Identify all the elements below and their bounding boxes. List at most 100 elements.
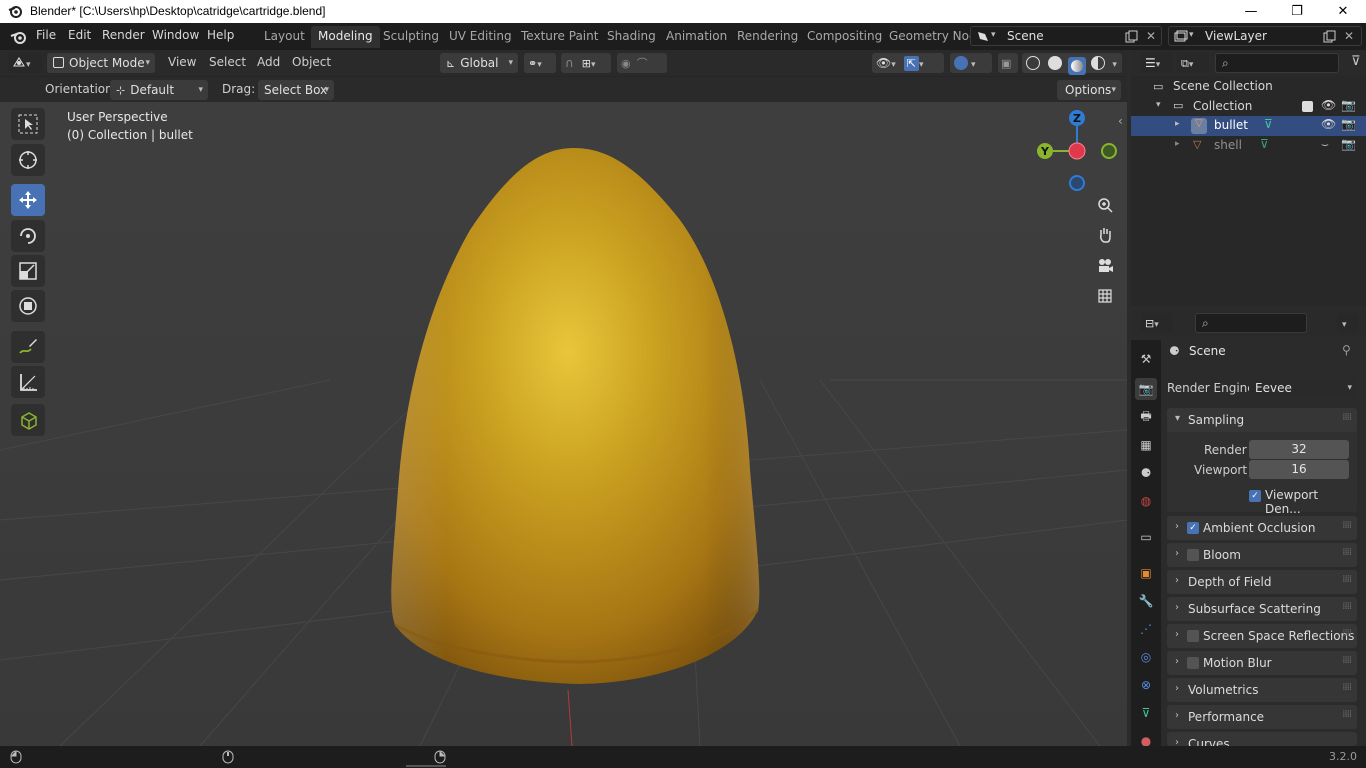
- tab-modeling[interactable]: Modeling: [311, 26, 380, 48]
- display-mode-button[interactable]: ⧉▾: [1177, 53, 1209, 73]
- tab-tool[interactable]: ⚒: [1135, 348, 1157, 370]
- menu-render[interactable]: Render: [102, 28, 145, 42]
- motion-blur-checkbox[interactable]: [1187, 657, 1199, 669]
- tab-animation[interactable]: Animation: [659, 26, 734, 48]
- tab-world[interactable]: ◍: [1135, 490, 1157, 512]
- cursor-tool[interactable]: [11, 144, 45, 176]
- drag-handle-icon[interactable]: ⁞⁞⁞⁞: [1342, 628, 1352, 639]
- add-cube-tool[interactable]: [11, 404, 45, 436]
- blender-menu-icon[interactable]: [9, 29, 27, 45]
- tab-view-layer[interactable]: ▦: [1135, 434, 1157, 456]
- mode-selector[interactable]: Object Mode ▾: [47, 53, 155, 73]
- viewport-samples-field[interactable]: 16: [1249, 460, 1349, 479]
- filter-icon[interactable]: ⊽: [1351, 54, 1361, 69]
- rotate-tool[interactable]: [11, 220, 45, 252]
- viewport-denoise-checkbox[interactable]: ✓: [1249, 490, 1261, 502]
- drag-handle-icon[interactable]: ⁞⁞⁞⁞: [1342, 574, 1352, 585]
- tab-particles[interactable]: ⋰: [1135, 618, 1157, 640]
- transform-orientation-selector[interactable]: ⊾ Global ▾: [440, 53, 518, 73]
- tab-render[interactable]: 📷: [1135, 378, 1157, 400]
- menu-window[interactable]: Window: [152, 28, 199, 42]
- eye-closed-icon[interactable]: ⌣: [1321, 137, 1329, 152]
- visibility-filter-button[interactable]: 👁▾ ⇱ ▾: [872, 53, 944, 73]
- menu-select[interactable]: Select: [209, 55, 246, 69]
- options-button[interactable]: Options ▾: [1057, 80, 1121, 100]
- drag-handle-icon[interactable]: ⁞⁞⁞⁞: [1342, 709, 1352, 720]
- curves-panel[interactable]: › Curves: [1167, 732, 1357, 746]
- xray-button[interactable]: ▣: [998, 53, 1018, 73]
- duplicate-icon[interactable]: [1125, 30, 1138, 43]
- render-samples-field[interactable]: 32: [1249, 440, 1349, 459]
- render-camera-icon[interactable]: 📷: [1341, 137, 1356, 151]
- restore-button[interactable]: ❐: [1274, 0, 1320, 23]
- expand-chevron-icon[interactable]: ▾: [1156, 100, 1161, 110]
- tab-rendering[interactable]: Rendering: [730, 26, 805, 48]
- sampling-header[interactable]: ▾ Sampling ⁞⁞⁞⁞: [1167, 408, 1357, 432]
- exclude-checkbox[interactable]: [1302, 101, 1313, 112]
- performance-panel[interactable]: › Performance ⁞⁞⁞⁞: [1167, 705, 1357, 729]
- viewlayer-selector[interactable]: ▾ ViewLayer ✕: [1168, 26, 1362, 46]
- measure-tool[interactable]: [11, 366, 45, 398]
- tab-data[interactable]: ⊽: [1135, 702, 1157, 724]
- bloom-checkbox[interactable]: [1187, 549, 1199, 561]
- tab-uv-editing[interactable]: UV Editing: [442, 26, 519, 48]
- volumetrics-panel[interactable]: › Volumetrics ⁞⁞⁞⁞: [1167, 678, 1357, 702]
- drag-handle-icon[interactable]: ⁞⁞⁞⁞: [1342, 601, 1352, 612]
- solid-shading-icon[interactable]: [1047, 56, 1062, 70]
- motion-blur-panel[interactable]: › Motion Blur ⁞⁞⁞⁞: [1167, 651, 1357, 675]
- subsurface-scattering-panel[interactable]: › Subsurface Scattering ⁞⁞⁞⁞: [1167, 597, 1357, 621]
- ambient-occlusion-checkbox[interactable]: ✓: [1187, 522, 1199, 534]
- transform-tool[interactable]: [11, 290, 45, 322]
- menu-object[interactable]: Object: [292, 55, 331, 69]
- expand-chevron-icon[interactable]: ▸: [1175, 119, 1180, 129]
- screen-space-reflections-checkbox[interactable]: [1187, 630, 1199, 642]
- scene-selector[interactable]: ▾ Scene ✕: [970, 26, 1162, 46]
- properties-search[interactable]: ⌕: [1195, 313, 1307, 333]
- proportional-editing-button[interactable]: ◉ ⌒: [617, 53, 667, 73]
- 3d-viewport[interactable]: ▾ Object Mode ▾ View Select Add Object ⊾ G…: [0, 50, 1127, 746]
- bloom-panel[interactable]: › Bloom ⁞⁞⁞⁞: [1167, 543, 1357, 567]
- outliner-collection[interactable]: ▾ ▭ Collection 👁 📷: [1131, 97, 1366, 117]
- wireframe-shading-icon[interactable]: [1026, 56, 1040, 70]
- tab-layout[interactable]: Layout: [257, 26, 312, 48]
- eye-icon[interactable]: 👁: [1321, 98, 1336, 112]
- tab-output[interactable]: 🖶: [1135, 406, 1157, 428]
- outliner-item-bullet[interactable]: ▸ ▽ bullet ⊽ 👁 📷: [1131, 116, 1366, 136]
- gizmo-neg-z-axis[interactable]: [1069, 175, 1085, 191]
- zoom-button[interactable]: [1092, 192, 1118, 218]
- rendered-shading-icon[interactable]: [1091, 56, 1106, 70]
- pin-icon[interactable]: ⚲: [1342, 343, 1351, 357]
- menu-help[interactable]: Help: [207, 28, 234, 42]
- navigation-gizmo[interactable]: Z Y: [1030, 106, 1122, 196]
- camera-view-button[interactable]: [1092, 253, 1118, 279]
- orientation-dropdown[interactable]: ⊹ Default ▾: [110, 80, 208, 100]
- drag-handle-icon[interactable]: ⁞⁞⁞⁞: [1342, 655, 1352, 666]
- outliner-scene-collection[interactable]: ▭ Scene Collection: [1131, 77, 1366, 97]
- properties-editor-type[interactable]: ⊟▾: [1141, 313, 1173, 333]
- menu-view[interactable]: View: [168, 55, 196, 69]
- select-box-tool[interactable]: [11, 108, 45, 140]
- duplicate-icon[interactable]: [1323, 30, 1336, 43]
- tab-compositing[interactable]: Compositing: [800, 26, 889, 48]
- pan-button[interactable]: [1092, 222, 1118, 248]
- outliner-item-shell[interactable]: ▸ ▽ shell ⊽ ⌣ 📷: [1131, 136, 1366, 156]
- gizmo-x-axis[interactable]: [1068, 142, 1086, 160]
- menu-add[interactable]: Add: [257, 55, 280, 69]
- chevron-down-icon[interactable]: ▾: [1112, 60, 1117, 70]
- annotate-tool[interactable]: [11, 331, 45, 363]
- ambient-occlusion-panel[interactable]: › ✓ Ambient Occlusion ⁞⁞⁞⁞: [1167, 516, 1357, 540]
- render-camera-icon[interactable]: 📷: [1341, 117, 1356, 131]
- material-preview-icon[interactable]: [1067, 57, 1086, 75]
- drag-handle-icon[interactable]: ⁞⁞⁞⁞: [1342, 682, 1352, 693]
- pivot-point-button[interactable]: ⚭▾: [524, 53, 556, 73]
- outliner-search[interactable]: ⌕: [1215, 53, 1339, 73]
- scale-tool[interactable]: [11, 255, 45, 287]
- close-icon[interactable]: ✕: [1146, 29, 1156, 43]
- close-icon[interactable]: ✕: [1344, 29, 1354, 43]
- minimize-button[interactable]: —: [1228, 0, 1274, 23]
- tab-physics[interactable]: ◎: [1135, 646, 1157, 668]
- sidebar-toggle-icon[interactable]: ‹: [1118, 114, 1123, 128]
- perspective-toggle-button[interactable]: [1092, 283, 1118, 309]
- tab-object[interactable]: ▣: [1135, 562, 1157, 584]
- tab-scene[interactable]: ⚈: [1135, 462, 1157, 484]
